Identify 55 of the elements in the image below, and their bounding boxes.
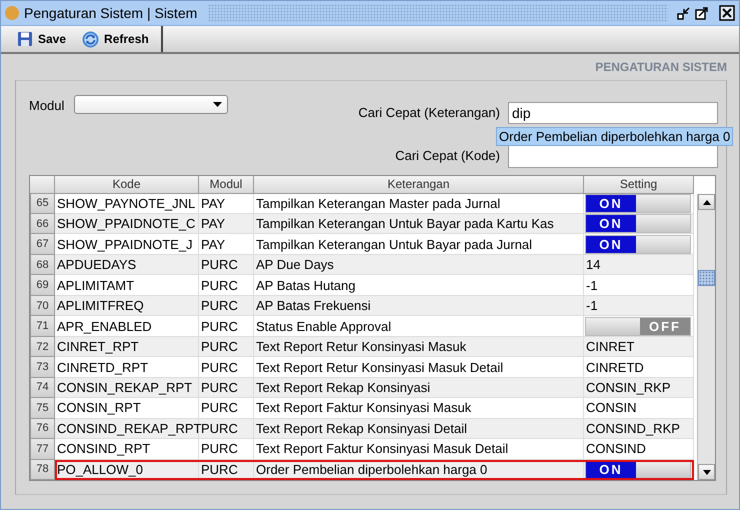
field-label: Cari Cepat (Kode)	[394, 148, 500, 163]
table-row[interactable]: SHOW_PPAIDNOTE_C PAY Tampilkan Keterangan Untuk Bayar pada Kartu Kas ON	[55, 214, 694, 234]
field-label: Cari Cepat (Keterangan)	[358, 105, 500, 120]
row-number: 72	[30, 336, 55, 358]
row-number: 69	[30, 275, 55, 296]
table-row[interactable]: SHOW_PAYNOTE_JNL PAY Tampilkan Keterangan Master pada Jurnal ON	[55, 194, 694, 214]
restore-icon[interactable]	[677, 6, 691, 20]
row-number: 75	[30, 398, 55, 419]
save-button[interactable]: Save	[11, 26, 76, 52]
table-row[interactable]: APLIMITAMT PURC AP Batas Hutang -1	[55, 275, 694, 296]
search-field[interactable]: dip	[508, 102, 718, 124]
table-row[interactable]: PO_ALLOW_0 PURC Order Pembelian diperbolehkan harga 0 ON	[55, 460, 694, 480]
table-row[interactable]: CONSIND_REKAP_RPTPURC Text Report Rekap Konsinyasi Detail CONSIND_RKP	[55, 418, 694, 440]
toggle-switch[interactable]: ON	[585, 214, 691, 234]
autocomplete-menu[interactable]: Order Pembelian diperbolehkan harga 0	[496, 127, 734, 146]
table-row[interactable]: SHOW_PPAIDNOTE_J PAY Tampilkan Keterangan Untuk Bayar pada Jurnal ON	[55, 234, 694, 255]
table-row[interactable]: CINRET_RPT PURC Text Report Retur Konsinyasi Masuk CINRET	[55, 336, 694, 358]
row-number: 68	[30, 254, 55, 276]
refresh-icon	[82, 30, 100, 48]
caret-icon	[213, 102, 222, 107]
row-number: 67	[30, 234, 55, 255]
row-number: 74	[30, 378, 55, 398]
table-row[interactable]: CINRETD_RPT PURC Text Report Retur Konsinyasi Masuk Detail CINRETD	[55, 357, 694, 378]
row-number: 76	[30, 418, 55, 440]
up-arrow-icon[interactable]	[702, 200, 710, 204]
app-icon	[5, 6, 19, 20]
row-number: 78	[30, 460, 55, 480]
row-number: 65	[30, 194, 55, 214]
close-icon[interactable]	[719, 5, 735, 21]
table-cell: PURC	[199, 460, 254, 480]
toggle-switch[interactable]: ON	[585, 460, 691, 479]
table-row[interactable]: APLIMITFREQ PURC AP Batas Frekuensi -1	[55, 296, 694, 316]
table-row[interactable]: CONSIN_REKAP_RPT PURC Text Report Rekap Konsinyasi CONSIN_RKP	[55, 378, 694, 398]
table-row[interactable]: APDUEDAYS PURC AP Due Days 14	[55, 254, 694, 276]
field-label: Modul	[29, 97, 64, 113]
row-number: 73	[30, 357, 55, 378]
row-number: 70	[30, 296, 55, 316]
row-number: 77	[30, 439, 55, 460]
scroll-thumb[interactable]	[698, 270, 715, 286]
down-arrow-icon[interactable]	[702, 470, 710, 474]
maximize-icon[interactable]	[695, 6, 709, 20]
row-number: 66	[30, 214, 55, 234]
toggle-switch[interactable]: ON	[585, 194, 691, 213]
table-row[interactable]: CONSIND_RPT PURC Text Report Faktur Konsinyasi Masuk Detail CONSIND	[55, 439, 694, 460]
table-row[interactable]: APR_ENABLED PURC Status Enable Approval OFF	[55, 316, 694, 337]
table-row[interactable]: CONSIN_RPT PURC Text Report Faktur Konsinyasi Masuk CONSIN	[55, 398, 694, 419]
row-number: 71	[30, 316, 55, 337]
modul-dropdown[interactable]	[74, 95, 228, 114]
refresh-button[interactable]: Refresh	[76, 26, 159, 52]
panel-title: PENGATURAN SISTEM	[595, 60, 727, 74]
toggle-switch[interactable]: ON	[585, 234, 691, 254]
table-cell: Order Pembelian diperbolehkan harga 0	[254, 460, 584, 480]
column-header[interactable]: Setting	[584, 176, 694, 194]
table-cell: PO_ALLOW_0	[55, 460, 199, 480]
scrollbar[interactable]	[697, 194, 715, 480]
